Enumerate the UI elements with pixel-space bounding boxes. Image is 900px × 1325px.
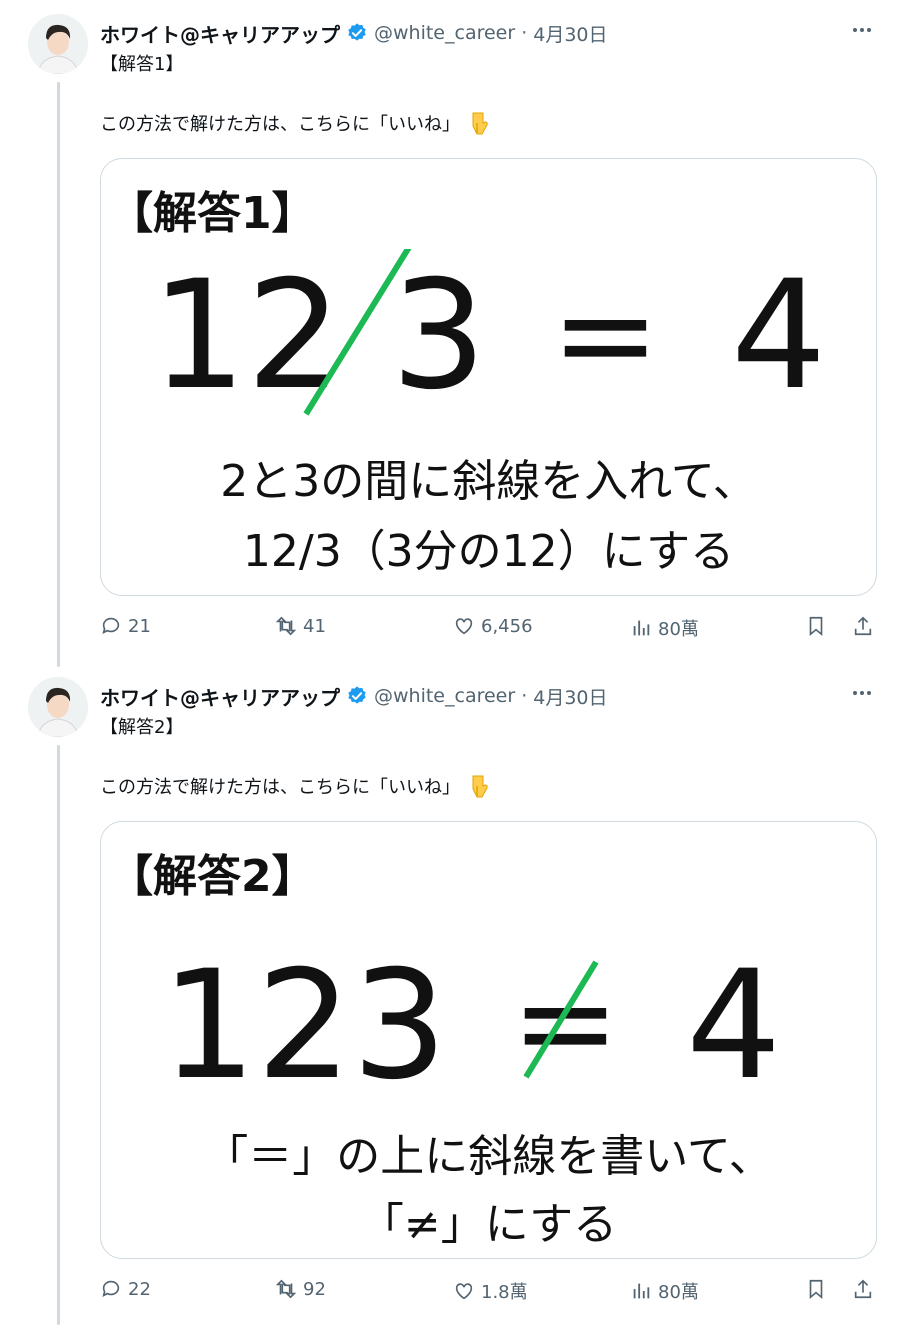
tweet-text: この方法で解けた方は、こちらに「いいね」 [100,110,490,136]
equation: 123 = 4 [161,939,781,1107]
verified-badge-icon [348,686,366,704]
share-button[interactable] [852,615,880,637]
card-title: 【解答1】 [109,188,316,239]
retweet-button[interactable]: 41 [275,615,326,637]
handle[interactable]: @white_career [374,22,515,44]
reply-count: 21 [128,615,151,637]
retweet-button[interactable]: 92 [275,1278,326,1300]
tweet-body: この方法で解けた方は、こちらに「いいね」 [100,777,460,798]
tweet-text: この方法で解けた方は、こちらに「いいね」 [100,773,490,799]
tweet-actions: 21 41 6,456 80萬 [100,615,880,645]
tweet[interactable]: ホワイト@キャリアアップ @white_career · 4月30日 【解答1】… [0,0,900,662]
avatar[interactable] [28,677,88,737]
reply-button[interactable]: 22 [100,1278,151,1300]
reply-icon [102,617,120,634]
equation-right: 3 [391,249,486,419]
bookmark-icon [809,616,823,637]
tweet[interactable]: ホワイト@キャリアアップ @white_career · 4月30日 【解答2】… [0,663,900,1325]
card-caption-line2: 12/3（3分の12）にする [242,526,735,577]
tweet-header: ホワイト@キャリアアップ @white_career · 4月30日 [100,679,608,713]
pointing-down-icon [472,775,488,798]
more-icon[interactable] [850,681,874,705]
equation-number: 123 [161,939,447,1107]
like-count: 1.8萬 [481,1282,528,1303]
views-button[interactable]: 80萬 [630,615,699,641]
equation-result: 4 [731,249,826,419]
more-icon[interactable] [850,18,874,42]
views-button[interactable]: 80萬 [630,1278,699,1304]
share-icon [854,616,872,636]
like-button[interactable]: 1.8萬 [453,1278,528,1304]
share-button[interactable] [852,1278,880,1300]
equation-operator: = [551,258,660,410]
equation: 12 3 = 4 [151,249,826,419]
equation-left: 12 [151,249,342,419]
card-title: 【解答2】 [109,851,316,902]
tweet-tag: 【解答1】 [100,54,184,75]
views-icon [633,620,650,636]
retweet-icon [275,616,297,636]
separator-dot: · [521,22,528,44]
views-icon [633,1283,650,1299]
card-caption-line2: 「≠」にする [359,1199,618,1250]
like-count: 6,456 [481,615,533,637]
verified-badge-icon [348,23,366,41]
retweet-count: 41 [303,615,326,637]
separator-dot: · [521,685,528,707]
like-icon [455,1283,473,1300]
display-name[interactable]: ホワイト@キャリアアップ [100,19,340,48]
display-name[interactable]: ホワイト@キャリアアップ [100,682,340,711]
tweet-image-card[interactable]: 【解答2】 123 = 4 「＝」の上に斜線を書いて、 「≠」にする [100,821,877,1259]
tweet-tag: 【解答2】 [100,717,184,738]
card-caption-line1: 「＝」の上に斜線を書いて、 [204,1131,773,1182]
reply-button[interactable]: 21 [100,615,151,637]
bookmark-button[interactable] [805,615,833,637]
bookmark-icon [809,1279,823,1300]
equation-result: 4 [686,939,781,1107]
tweet-date[interactable]: 4月30日 [533,683,607,710]
views-count: 80萬 [658,619,699,640]
share-icon [854,1279,872,1299]
reply-count: 22 [128,1278,151,1300]
tweet-body: この方法で解けた方は、こちらに「いいね」 [100,114,460,135]
bookmark-button[interactable] [805,1278,833,1300]
like-button[interactable]: 6,456 [453,615,533,637]
tweet-actions: 22 92 1.8萬 80萬 [100,1278,880,1308]
tweet-image-card[interactable]: 【解答1】 12 3 = 4 2と3の間に斜線を入れて、 12/3（3分の12）… [100,158,877,596]
reply-icon [102,1280,120,1297]
avatar[interactable] [28,14,88,74]
pointing-down-icon [472,112,488,135]
like-icon [455,618,473,635]
tweet-date[interactable]: 4月30日 [533,20,607,47]
card-caption-line1: 2と3の間に斜線を入れて、 [220,456,757,507]
retweet-count: 92 [303,1278,326,1300]
views-count: 80萬 [658,1282,699,1303]
handle[interactable]: @white_career [374,685,515,707]
retweet-icon [275,1279,297,1299]
tweet-header: ホワイト@キャリアアップ @white_career · 4月30日 [100,16,608,50]
